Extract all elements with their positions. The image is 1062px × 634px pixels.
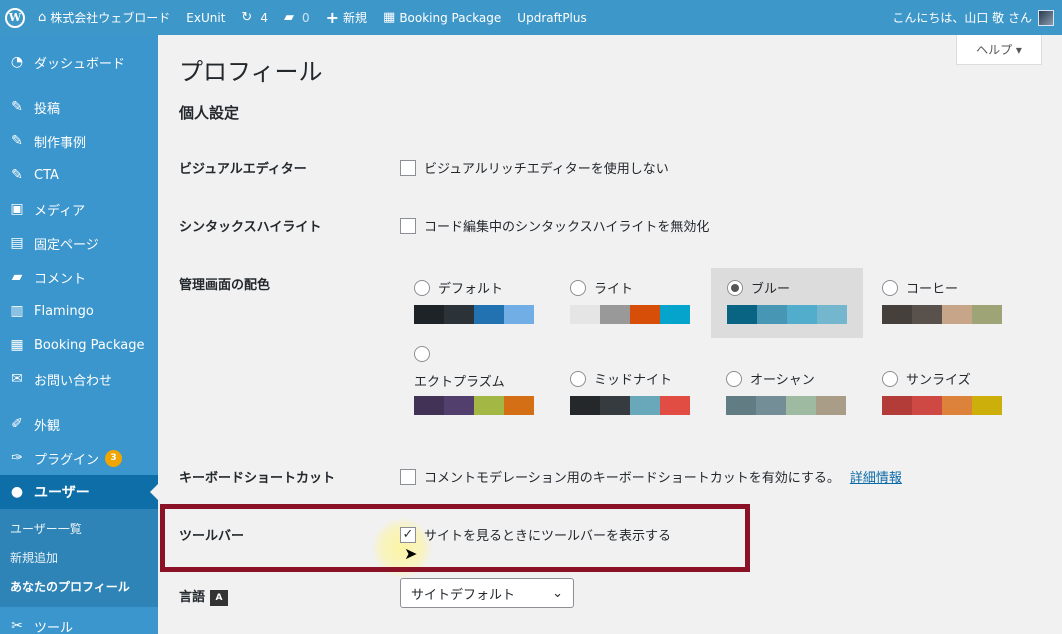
- sidebar-item-media[interactable]: ▣ メディア: [0, 192, 158, 226]
- plugin-update-badge: 3: [105, 449, 123, 467]
- calendar-icon: ▦: [10, 337, 24, 353]
- calendar-icon: ▦: [383, 10, 396, 25]
- scheme-radio[interactable]: [570, 279, 586, 296]
- scheme-coffee[interactable]: コーヒー: [878, 270, 1030, 338]
- pin-icon: ✎: [11, 133, 23, 149]
- pin-icon: ✎: [11, 167, 23, 183]
- new-content-link[interactable]: + 新規: [318, 0, 375, 35]
- scheme-midnight[interactable]: ミッドナイト: [566, 361, 718, 429]
- home-icon: ⌂: [38, 10, 47, 25]
- submenu-all-users[interactable]: ユーザー一覧: [10, 520, 82, 537]
- scheme-default[interactable]: デフォルト: [410, 270, 562, 338]
- scheme-radio[interactable]: [414, 346, 430, 362]
- sidebar-item-plugins[interactable]: ✑ プラグイン 3: [0, 441, 158, 475]
- comment-bubble-icon: ▰: [11, 269, 23, 285]
- plus-icon: +: [325, 7, 339, 27]
- site-name-link[interactable]: ⌂ 株式会社ウェブロード: [30, 0, 178, 35]
- exunit-link[interactable]: ExUnit: [178, 0, 233, 35]
- visual-editor-checkbox[interactable]: [400, 159, 416, 176]
- greeting-text: こんにちは、山口 敬 さん: [892, 11, 1032, 25]
- sidebar-item-flamingo[interactable]: ▥ Flamingo: [0, 294, 158, 328]
- annotation-highlight-box: [160, 504, 750, 572]
- pages-icon: ▤: [10, 235, 24, 251]
- sidebar-item-dashboard[interactable]: ◔ ダッシュボード: [0, 45, 158, 79]
- pin-icon: ✎: [11, 99, 23, 115]
- scheme-ocean[interactable]: オーシャン: [722, 361, 874, 429]
- scheme-light[interactable]: ライト: [566, 270, 718, 338]
- admin-bar: W ⌂ 株式会社ウェブロード ExUnit ↻ 4 ▰ 0 + 新規 ▦ Booking …: [0, 0, 1062, 35]
- keyboard-shortcuts-option[interactable]: コメントモデレーション用のキーボードショートカットを有効にする。 詳細情報: [400, 467, 902, 486]
- scheme-radio[interactable]: [882, 279, 898, 296]
- syntax-highlight-checkbox[interactable]: [400, 217, 416, 234]
- booking-package-link[interactable]: ▦ Booking Package: [375, 0, 509, 35]
- updraftplus-link[interactable]: UpdraftPlus: [509, 0, 594, 35]
- keyboard-shortcuts-checkbox[interactable]: [400, 468, 416, 485]
- syntax-highlight-label: シンタックスハイライト: [179, 220, 322, 235]
- scheme-radio-selected[interactable]: [727, 279, 743, 296]
- scheme-swatches: [882, 305, 1002, 324]
- sidebar-item-appearance[interactable]: ✐ 外観: [0, 407, 158, 441]
- wordpress-logo-icon[interactable]: W: [0, 0, 30, 35]
- more-info-link[interactable]: 詳細情報: [850, 467, 902, 486]
- comments-link[interactable]: ▰ 0: [276, 0, 318, 35]
- scheme-radio[interactable]: [570, 370, 586, 387]
- sidebar-item-tools[interactable]: ✂ ツール: [0, 609, 158, 634]
- scheme-swatches: [414, 305, 534, 324]
- avatar: [1038, 9, 1054, 26]
- scheme-swatches: [727, 305, 847, 324]
- dashboard-icon: ◔: [10, 54, 24, 70]
- translation-icon: A: [210, 589, 229, 606]
- keyboard-shortcuts-label: キーボードショートカット: [179, 471, 336, 486]
- submenu-add-new[interactable]: 新規追加: [10, 549, 58, 566]
- my-account[interactable]: こんにちは、山口 敬 さん: [892, 0, 1054, 35]
- scheme-swatches: [882, 396, 1002, 415]
- sidebar-item-cta[interactable]: ✎ CTA: [0, 158, 158, 192]
- sidebar-item-posts[interactable]: ✎ 投稿: [0, 90, 158, 124]
- sidebar-item-booking-package[interactable]: ▦ Booking Package: [0, 328, 158, 362]
- chevron-down-icon: ⌄: [552, 585, 563, 601]
- scheme-swatches: [726, 396, 846, 415]
- mail-icon: ✉: [11, 371, 23, 387]
- color-scheme-label: 管理画面の配色: [179, 278, 271, 293]
- scheme-sunrise[interactable]: サンライズ: [878, 361, 1030, 429]
- inbox-icon: ▥: [10, 303, 24, 319]
- visual-editor-label: ビジュアルエディター: [179, 162, 307, 177]
- sidebar-item-works[interactable]: ✎ 制作事例: [0, 124, 158, 158]
- refresh-icon: ↻: [241, 10, 253, 25]
- sidebar-item-contact[interactable]: ✉ お問い合わせ: [0, 362, 158, 396]
- scheme-ectoplasm[interactable]: エクトプラズム: [410, 346, 562, 416]
- section-title: 個人設定: [179, 104, 240, 122]
- users-submenu: ユーザー一覧 新規追加 あなたのプロフィール: [0, 509, 158, 607]
- comment-bubble-icon: ▰: [283, 10, 294, 25]
- updates-link[interactable]: ↻ 4: [233, 0, 276, 35]
- scheme-radio[interactable]: [414, 279, 430, 296]
- scheme-swatches: [570, 305, 690, 324]
- brush-icon: ✐: [11, 416, 23, 432]
- mouse-cursor-icon: ➤: [404, 544, 418, 563]
- scheme-blue[interactable]: ブルー: [711, 268, 863, 338]
- scheme-radio[interactable]: [726, 370, 742, 387]
- page-title: プロフィール: [179, 58, 323, 86]
- submenu-your-profile[interactable]: あなたのプロフィール: [10, 578, 130, 595]
- plugin-icon: ✑: [11, 450, 23, 466]
- language-select[interactable]: サイトデフォルト ⌄: [400, 578, 574, 608]
- help-button[interactable]: ヘルプ ▾: [956, 35, 1042, 65]
- language-label: 言語 A: [179, 586, 229, 606]
- syntax-highlight-option[interactable]: コード編集中のシンタックスハイライトを無効化: [400, 216, 709, 235]
- scheme-radio[interactable]: [882, 370, 898, 387]
- scheme-swatches: [570, 396, 690, 415]
- admin-sidebar: ◔ ダッシュボード ✎ 投稿 ✎ 制作事例 ✎ CTA ▣ メディア ▤ 固定ページ ▰ コメ…: [0, 35, 158, 634]
- sidebar-item-pages[interactable]: ▤ 固定ページ: [0, 226, 158, 260]
- sidebar-item-comments[interactable]: ▰ コメント: [0, 260, 158, 294]
- visual-editor-option[interactable]: ビジュアルリッチエディターを使用しない: [400, 158, 669, 177]
- wrench-icon: ✂: [11, 618, 23, 634]
- media-icon: ▣: [10, 201, 24, 217]
- user-icon: ●: [10, 484, 24, 500]
- scheme-swatches: [414, 396, 534, 415]
- sidebar-item-users[interactable]: ● ユーザー: [0, 475, 158, 509]
